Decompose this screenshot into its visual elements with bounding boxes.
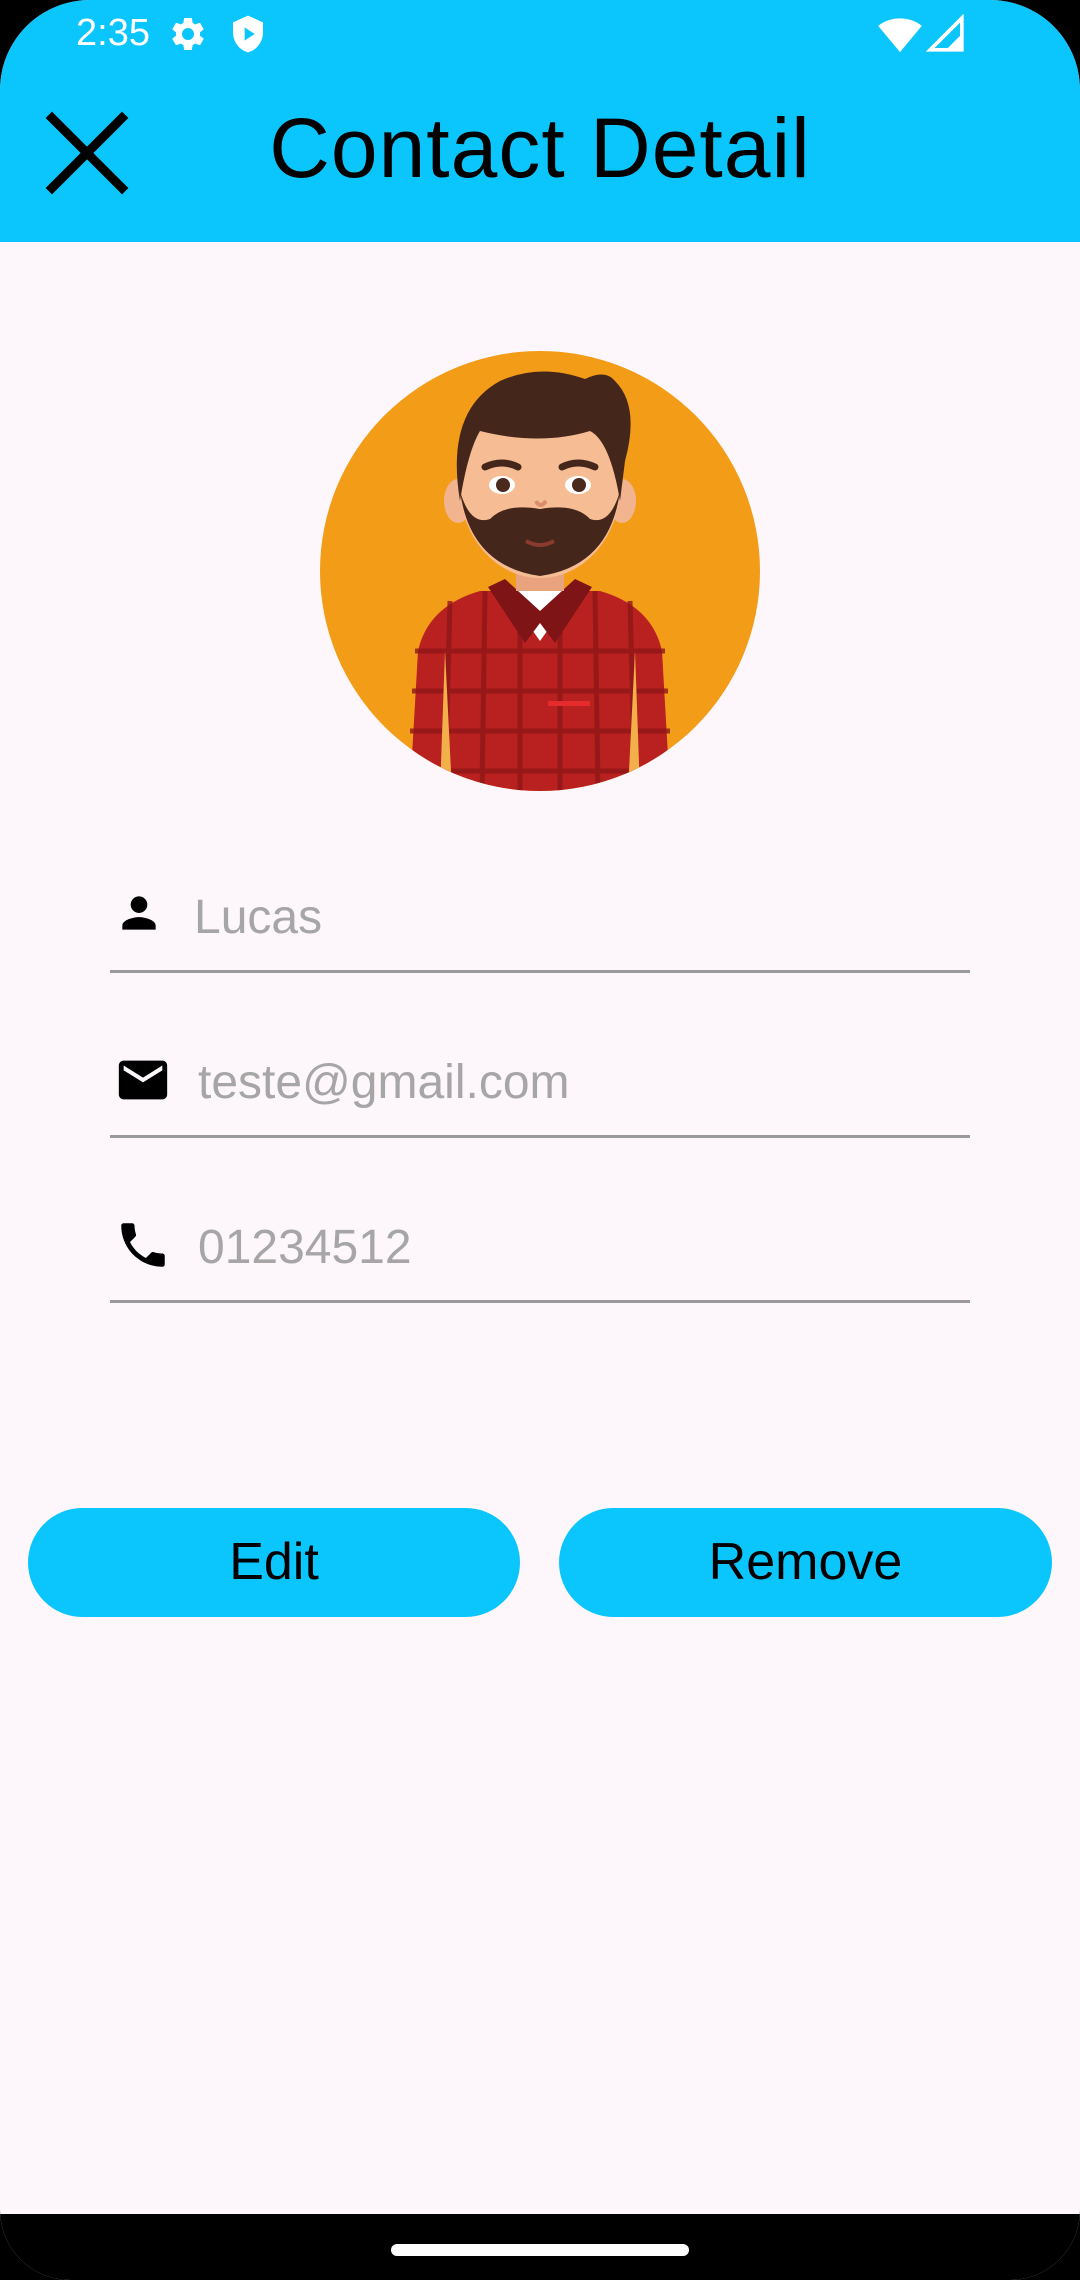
- mail-icon: [118, 1060, 168, 1100]
- signal-icon: [926, 14, 964, 52]
- remove-button[interactable]: Remove: [559, 1508, 1052, 1617]
- email-value: teste@gmail.com: [198, 1056, 570, 1109]
- phone-field[interactable]: 01234512: [110, 1180, 970, 1303]
- app-bar: 2:35 Contact Detail: [0, 0, 1080, 242]
- status-time: 2:35: [76, 12, 150, 54]
- page-title: Contact Detail: [269, 101, 811, 195]
- name-field[interactable]: Lucas: [110, 850, 970, 973]
- person-icon: [122, 896, 156, 930]
- edit-button[interactable]: Edit: [28, 1508, 520, 1617]
- app-screen: 2:35 Contact Detail Lucas teste@gmail.co…: [0, 0, 1080, 2280]
- wifi-icon: [878, 18, 922, 53]
- name-value: Lucas: [194, 891, 323, 944]
- phone-value: 01234512: [198, 1221, 412, 1274]
- home-handle[interactable]: [391, 2244, 689, 2256]
- email-field[interactable]: teste@gmail.com: [110, 1015, 970, 1138]
- contact-avatar[interactable]: [320, 351, 760, 791]
- shield-play-icon: [233, 15, 263, 53]
- settings-icon: [172, 17, 204, 50]
- bearded-man-avatar-icon: [410, 371, 670, 791]
- phone-icon: [121, 1223, 165, 1267]
- navigation-bar: [0, 2214, 1080, 2280]
